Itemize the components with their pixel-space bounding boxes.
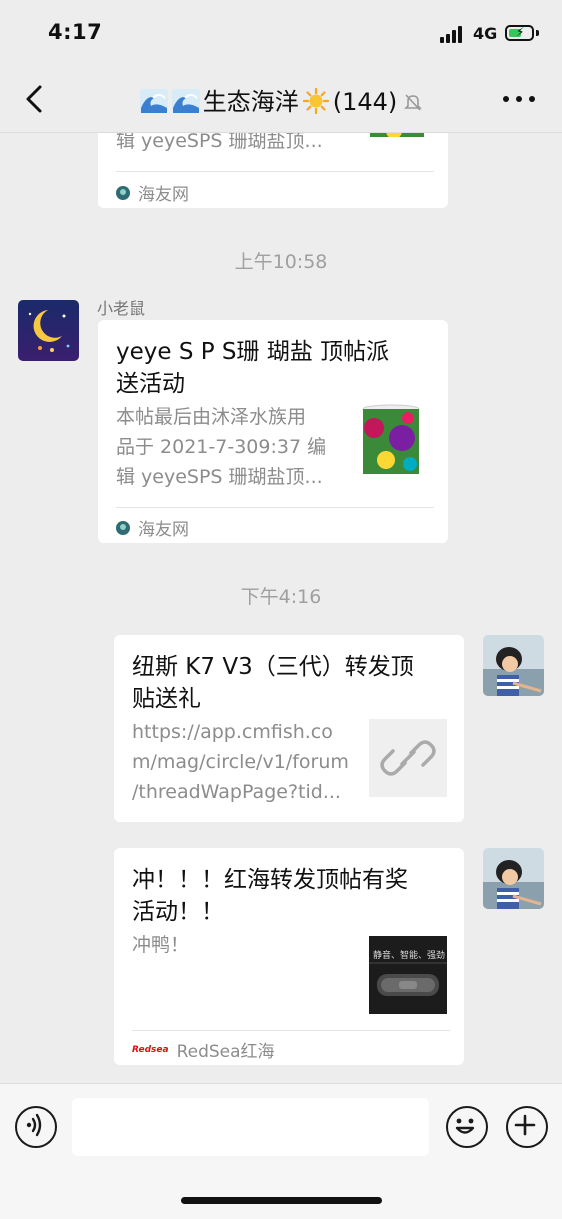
card-title-line: 纽斯 K7 V3（三代）转发顶 <box>132 654 414 680</box>
voice-icon[interactable] <box>15 1106 57 1148</box>
chat-title-text: 生态海洋 <box>202 88 299 116</box>
card-title: 纽斯 K7 V3（三代）转发顶 贴送礼 <box>132 651 446 715</box>
status-bar: 4:17 4G ⚡ <box>0 0 562 66</box>
water-wave-icon <box>139 89 168 113</box>
source-name: 海友网 <box>138 520 189 540</box>
member-count: (144) <box>332 88 398 116</box>
sender-name: 小老鼠 <box>97 299 146 318</box>
card-title-line: 送活动 <box>116 371 185 397</box>
timestamp: 下午4:16 <box>240 586 322 608</box>
source-name: RedSea红海 <box>176 1042 275 1062</box>
source-name: 海友网 <box>138 185 189 205</box>
status-time: 4:17 <box>48 20 103 44</box>
card-thumbnail <box>360 404 422 482</box>
card-title-line: 冲！！！红海转发顶帖有奖 <box>132 867 408 893</box>
emoji-icon[interactable] <box>446 1106 488 1148</box>
card-description-line: 辑 yeyeSPS 珊瑚盐顶... <box>116 466 323 488</box>
battery-tip <box>536 30 539 36</box>
card-divider <box>132 1030 450 1031</box>
card-description: 冲鸭！ <box>132 930 189 960</box>
link-card[interactable]: 冲！！！红海转发顶帖有奖 活动！！ 冲鸭！ 静音、智能、强劲 Redsea Re… <box>114 848 464 1065</box>
water-wave-icon <box>171 89 200 113</box>
card-description: 本帖最后由沐泽水族用 品于 2021-7-309:37 编 辑 yeyeSPS … <box>116 402 326 492</box>
source-logo-icon <box>116 520 130 535</box>
redsea-logo-icon: Redsea <box>132 1044 169 1055</box>
more-icon[interactable] <box>503 96 535 104</box>
card-thumbnail <box>366 133 428 148</box>
card-description-line: https://app.cmfish.co <box>132 721 333 743</box>
nav-bar: 生态海洋 (144) <box>0 66 562 133</box>
link-card[interactable]: yeye S P S珊 瑚盐 顶帖派 送活动 本帖最后由沐泽水族用 品于 202… <box>98 320 448 543</box>
link-icon <box>380 740 436 776</box>
card-source: Redsea RedSea红海 <box>132 1037 275 1062</box>
signal-icon <box>440 25 466 43</box>
message-input[interactable] <box>72 1098 429 1156</box>
card-title-line: 活动！！ <box>132 899 224 925</box>
card-description: 辑 yeyeSPS 珊瑚盐顶... <box>116 133 323 152</box>
card-divider <box>116 507 434 508</box>
plus-icon[interactable] <box>506 1106 548 1148</box>
link-card[interactable]: 辑 yeyeSPS 珊瑚盐顶... 海友网 <box>98 133 448 208</box>
source-logo-icon <box>116 185 130 200</box>
card-description-line: 冲鸭！ <box>132 934 190 956</box>
bell-muted-icon <box>404 94 423 111</box>
card-title: 冲！！！红海转发顶帖有奖 活动！！ <box>132 864 446 928</box>
avatar[interactable] <box>18 300 79 361</box>
avatar[interactable] <box>483 635 544 696</box>
sun-icon <box>302 88 329 114</box>
card-title-line: yeye S P S珊 瑚盐 顶帖派 <box>116 339 390 365</box>
chat-title: 生态海洋 (144) <box>0 82 562 117</box>
network-type: 4G <box>473 24 498 43</box>
card-description-line: 本帖最后由沐泽水族用 <box>116 406 307 428</box>
avatar[interactable] <box>483 848 544 909</box>
home-indicator[interactable] <box>181 1197 382 1204</box>
card-thumbnail: 静音、智能、强劲 <box>369 936 447 1014</box>
card-source: 海友网 <box>116 180 189 205</box>
chat-area: 辑 yeyeSPS 珊瑚盐顶... 海友网 上午10:58 小老鼠 yeye S… <box>0 133 562 1083</box>
card-title-line: 贴送礼 <box>132 686 201 712</box>
card-title: yeye S P S珊 瑚盐 顶帖派 送活动 <box>116 336 430 400</box>
card-description-line: m/mag/circle/v1/forum <box>132 751 349 773</box>
card-thumbnail <box>369 719 447 797</box>
card-description-line: 品于 2021-7-309:37 编 <box>116 436 327 458</box>
card-divider <box>116 171 434 172</box>
card-description: https://app.cmfish.co m/mag/circle/v1/fo… <box>132 717 349 807</box>
card-source: 海友网 <box>116 515 189 540</box>
battery-icon: ⚡ <box>505 25 534 41</box>
link-card[interactable]: 纽斯 K7 V3（三代）转发顶 贴送礼 https://app.cmfish.c… <box>114 635 464 822</box>
card-description-line: /threadWapPage?tid... <box>132 781 341 803</box>
timestamp: 上午10:58 <box>234 251 328 273</box>
